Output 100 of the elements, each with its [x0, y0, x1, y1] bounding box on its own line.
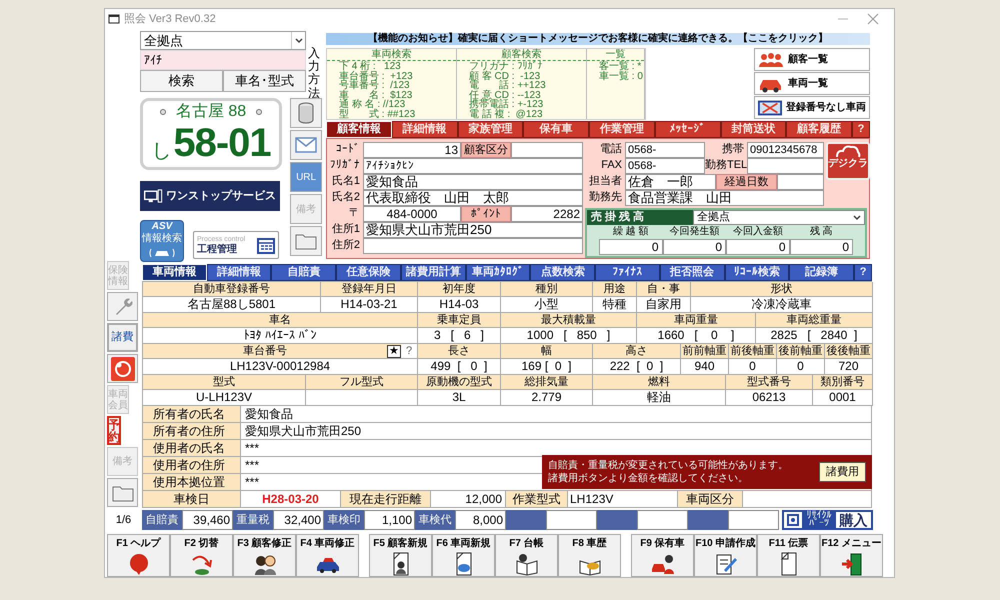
help-tab[interactable]: ?	[852, 121, 870, 138]
function-key-button[interactable]: F3 顧客修正	[233, 534, 296, 577]
text-field[interactable]: 佐倉 一郎	[625, 174, 716, 190]
tab[interactable]: 拒否照会	[660, 264, 725, 281]
text-field[interactable]	[511, 142, 583, 158]
tab[interactable]: 記録簿	[789, 264, 854, 281]
tab[interactable]: 車両情報	[142, 264, 207, 281]
tab[interactable]: 諸費用計算	[400, 264, 466, 281]
function-key-button[interactable]: F9 保有車	[631, 534, 694, 577]
function-key-button[interactable]: F5 顧客新規	[369, 534, 432, 577]
help-line: 号車番号 : /123	[339, 81, 410, 91]
text-field[interactable]: 0568-	[625, 158, 705, 174]
table-cell: 0001	[813, 390, 873, 406]
table-cell: 169 [ 0 ]	[501, 359, 593, 375]
text-field[interactable]: 09012345678	[747, 142, 824, 158]
field-label: 車検日	[143, 491, 241, 508]
folder-button[interactable]	[290, 226, 322, 256]
function-key-button[interactable]: F8 車歴	[558, 534, 621, 577]
column-header: 後前軸重	[777, 344, 825, 359]
table-cell: 1000 [ 850 ]	[501, 328, 637, 344]
tab[interactable]: 車両ｶﾀﾛｸﾞ	[466, 264, 530, 281]
database-button[interactable]	[290, 98, 322, 128]
text-field[interactable]: 13	[363, 142, 461, 158]
tab[interactable]: ﾌｧｲﾅｽ	[595, 264, 660, 281]
table-cell: LH123V-00012984	[143, 359, 418, 375]
help-line: 客一覧 : *	[599, 62, 642, 72]
column-header: 今回発生額	[668, 225, 720, 239]
input-method-label: 入力方法	[308, 47, 320, 100]
column-header: 車両総重量	[756, 313, 873, 328]
help-tab[interactable]: ?	[854, 264, 872, 281]
tool-button[interactable]: 諸費	[107, 323, 138, 352]
wrench-button[interactable]	[107, 292, 138, 321]
field-label: 経過日数	[716, 174, 777, 190]
notice-banner[interactable]: 【機能のお知らせ】確実に届くショートメッセージでお客様に確実に連絡できる。【ここをクリック】	[326, 33, 870, 45]
function-key-button[interactable]: F6 車両新規	[432, 534, 495, 577]
text-field[interactable]: ｱｲﾁｼｮｸﾋﾝ	[363, 158, 583, 174]
column-header: 長さ	[418, 344, 501, 359]
text-field[interactable]: 0568-	[625, 142, 705, 158]
tab[interactable]: 顧客履歴	[786, 121, 852, 138]
text-field[interactable]	[363, 238, 583, 254]
list-button[interactable]: 登録番号なし車両	[754, 96, 870, 119]
field-label: 所有者の氏名	[143, 406, 241, 423]
tab[interactable]: ﾒｯｾｰｼﾞ	[654, 121, 720, 138]
tab[interactable]: 任意保険	[336, 264, 401, 281]
tab[interactable]: 自賠責	[271, 264, 336, 281]
tab[interactable]: 封筒送状	[720, 121, 786, 138]
tab[interactable]: 保有車	[523, 121, 589, 138]
branch-dropdown[interactable]: 全拠点	[693, 210, 865, 225]
table-cell: 499 [ 0 ]	[418, 359, 501, 375]
text-field[interactable]	[747, 158, 824, 174]
function-key-button[interactable]: F12 メニュー	[820, 534, 883, 577]
column-header: 車台番号	[242, 344, 288, 358]
text-field[interactable]: 484-0000	[363, 206, 461, 222]
search-field[interactable]: ｱｲﾁ	[140, 50, 306, 70]
mail-button[interactable]	[290, 130, 322, 160]
table-cell: H14-03	[418, 297, 501, 313]
text-field[interactable]: 代表取締役 山田 太郎	[363, 190, 583, 206]
one-stop-service-button[interactable]: ワンストップサービス	[140, 181, 280, 211]
function-key-button[interactable]: F2 切替	[170, 534, 233, 577]
folder-button[interactable]	[107, 478, 138, 507]
field-label: 現在走行距離	[341, 491, 431, 508]
help-column-title: 一覧	[587, 49, 644, 61]
search-button[interactable]: 車名･型式	[223, 70, 306, 92]
list-button[interactable]: 車両一覧	[754, 72, 870, 95]
tab[interactable]: 作業管理	[589, 121, 655, 138]
tab[interactable]: 点数検索	[530, 264, 596, 281]
function-key-button[interactable]: F1 ヘルプ	[107, 534, 170, 577]
star-button[interactable]: ★	[387, 344, 401, 358]
help-column-title: 車両検索	[327, 49, 456, 61]
tab[interactable]: 顧客情報	[326, 121, 392, 138]
column-header: 最大積載量	[501, 313, 637, 328]
field-label: ﾌﾘｶﾞﾅ	[329, 158, 361, 173]
search-button[interactable]: 検索	[140, 70, 223, 92]
field-label: 使用者の住所	[143, 457, 241, 474]
tab[interactable]: 家族管理	[458, 121, 524, 138]
column-header: 自動車登録番号	[143, 282, 321, 297]
field-label: FAX	[600, 158, 623, 173]
list-button[interactable]: 顧客一覧	[754, 48, 870, 71]
asv-button[interactable]: ASV 情報検索	[140, 220, 184, 262]
branch-dropdown[interactable]: 全拠点	[140, 31, 306, 50]
table-cell: 名古屋88し5801	[143, 297, 321, 313]
column-header: 前後軸重	[729, 344, 777, 359]
globe-icon	[110, 356, 134, 380]
function-key-button[interactable]: F10 申請作成	[694, 534, 757, 577]
text-field[interactable]: 2282	[511, 206, 583, 222]
function-key-button[interactable]: F11 伝票	[757, 534, 820, 577]
tab[interactable]: 詳細情報	[206, 264, 272, 281]
globe-button[interactable]	[107, 354, 138, 383]
tab[interactable]: 詳細情報	[392, 121, 458, 138]
function-key-button[interactable]: F7 台帳	[495, 534, 558, 577]
text-field[interactable]: 愛知県犬山市荒田250	[363, 222, 583, 238]
field-label: 氏名2	[330, 190, 361, 205]
text-field[interactable]: 愛知食品	[363, 174, 583, 190]
tab[interactable]: ﾘｺｰﾙ検索	[724, 264, 790, 281]
help-line: 電 話 : ++123	[469, 81, 547, 91]
fees-button[interactable]: 諸費用	[819, 462, 866, 482]
function-key-button[interactable]: F4 車両修正	[296, 534, 359, 577]
column-header: 用途	[593, 282, 637, 297]
text-field[interactable]: 食品営業課 山田	[625, 190, 824, 206]
text-field[interactable]	[777, 174, 824, 190]
